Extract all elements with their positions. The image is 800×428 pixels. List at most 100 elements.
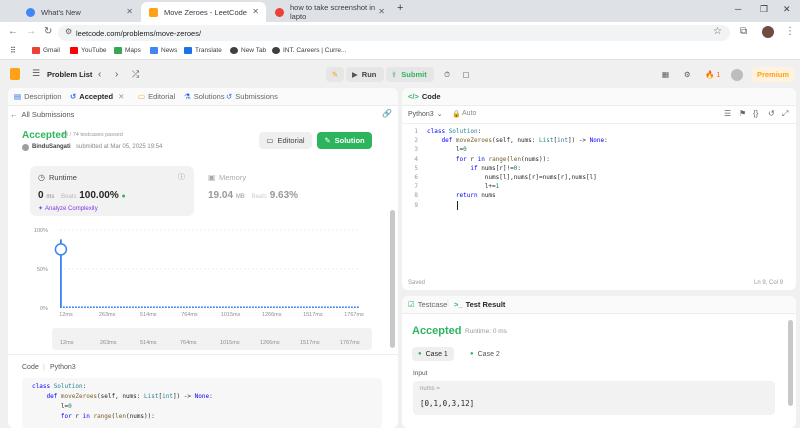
bookmark-translate[interactable]: Translate (184, 47, 222, 54)
all-submissions-link[interactable]: ← All Submissions (10, 110, 74, 119)
bookmark-star-icon[interactable]: ☆ (713, 26, 722, 37)
address-bar[interactable]: ⚙ leetcode.com/problems/move-zeroes/ ☆ (58, 25, 730, 41)
slider-tick-label: 514ms (140, 340, 157, 346)
case-1-tab[interactable]: ● Case 1 (412, 347, 454, 361)
bookmark-int-careers[interactable]: INT. Careers | Curre... (272, 47, 346, 54)
browser-tab-whats-new[interactable]: What's New ✕ (18, 2, 140, 22)
tab-accepted[interactable]: ↺ Accepted ✕ (70, 92, 124, 101)
submitter-name[interactable]: BinduSangati (32, 144, 71, 150)
code-line[interactable]: class Solution: (427, 127, 481, 136)
news-icon (150, 47, 158, 54)
range-slider[interactable]: 12ms 263ms 514ms 764ms 1015ms 1266ms 1517ms 176… (52, 328, 372, 350)
histogram-bar (210, 306, 212, 308)
browser-tab-screenshot[interactable]: how to take screenshot in lapto ✕ (267, 2, 392, 22)
play-icon: ▶ (352, 70, 358, 79)
code-line[interactable]: l+=1 (427, 182, 499, 191)
bookmark-gmail[interactable]: Gmail (32, 47, 60, 54)
tab-solutions[interactable]: ⚗ Solutions (184, 92, 225, 101)
reload-icon[interactable]: ↻ (44, 26, 52, 37)
leetcode-logo-icon[interactable] (10, 68, 20, 80)
x-tick-label: 12ms (59, 312, 73, 318)
bookmark-maps[interactable]: Maps (114, 47, 141, 54)
maximize-icon[interactable]: ❐ (760, 4, 768, 15)
bookmarks-bar: ⠿ Gmail YouTube Maps News Translate New … (0, 44, 800, 60)
auto-mode[interactable]: Auto (462, 110, 476, 117)
close-tab-icon[interactable]: ✕ (378, 7, 385, 16)
bookmark-new-tab[interactable]: New Tab (230, 47, 266, 54)
shuffle-icon[interactable]: ⤮ (132, 67, 139, 82)
bookmark-news[interactable]: News (150, 47, 177, 54)
run-button[interactable]: ▶ Run (346, 67, 384, 82)
analyze-complexity-link[interactable]: ✦ Analyze Complexity (38, 205, 98, 212)
forward-arrow-icon[interactable]: → (26, 26, 36, 37)
left-scrollbar[interactable] (390, 210, 395, 348)
format-icon[interactable]: ☰ (724, 109, 731, 118)
info-icon[interactable]: ⓘ (178, 172, 185, 182)
line-number: 9 (414, 201, 418, 209)
code-line[interactable]: if nums[r]!=0: (427, 164, 521, 173)
next-problem-icon[interactable]: › (115, 67, 118, 82)
x-tick-label: 1517ms (303, 312, 323, 318)
code-line[interactable]: for r in range(len(nums)): (427, 155, 550, 164)
code-preview-line: l=0 (32, 403, 72, 410)
tab-test-result[interactable]: >_ Test Result (454, 300, 505, 309)
site-info-icon[interactable]: ⚙ (65, 27, 72, 36)
bookmark-youtube[interactable]: YouTube (70, 47, 107, 54)
runtime-card[interactable]: ◷ Runtime ⓘ 0 ms Beats 100.00% ● ✦ Analyz… (30, 166, 194, 216)
submit-button[interactable]: ⇪ Submit (386, 67, 434, 82)
code-line[interactable]: l=0 (427, 145, 467, 154)
minimize-icon[interactable]: ─ (735, 4, 741, 14)
histogram-bar (84, 306, 86, 308)
language-select[interactable]: Python3 ⌄ (408, 110, 443, 118)
streak-counter[interactable]: 🔥 1 (705, 67, 721, 82)
problem-list-icon[interactable]: ☰ (32, 68, 40, 79)
timer-icon[interactable]: ⏱ (439, 67, 455, 82)
window-close-icon[interactable]: ✕ (783, 4, 791, 15)
user-avatar[interactable] (731, 69, 743, 81)
back-arrow-icon[interactable]: ← (8, 26, 18, 37)
extensions-icon[interactable]: ⧉ (740, 26, 747, 37)
share-link-icon[interactable]: 🔗 (382, 109, 392, 118)
case-2-tab[interactable]: ● Case 2 (464, 347, 506, 361)
notes-icon[interactable]: ▢ (458, 67, 474, 82)
tab-editorial[interactable]: ▭ Editorial (138, 92, 175, 101)
profile-avatar[interactable] (762, 26, 774, 38)
braces-icon[interactable]: {} (753, 109, 758, 118)
apps-grid-icon[interactable]: ⠿ (10, 46, 16, 55)
chrome-menu-icon[interactable]: ⋮ (785, 26, 795, 37)
settings-gear-icon[interactable]: ⚙ (684, 67, 691, 82)
code-line[interactable]: return nums (427, 191, 496, 200)
close-tab-icon[interactable]: ✕ (126, 7, 133, 16)
premium-button[interactable]: Premium (752, 67, 794, 82)
editorial-button[interactable]: ▭ Editorial (259, 132, 312, 149)
tab-testcase[interactable]: ☑ Testcase (408, 300, 447, 309)
right-scrollbar[interactable] (788, 320, 793, 406)
histogram-bar (291, 306, 293, 308)
histogram-bar (231, 306, 233, 308)
new-tab-button[interactable]: + (397, 2, 403, 14)
debug-button[interactable]: ✎ (326, 67, 344, 82)
histogram-bar (327, 306, 329, 308)
code-line[interactable]: nums[l],nums[r]=nums[r],nums[l] (427, 173, 597, 182)
prev-problem-icon[interactable]: ‹ (98, 67, 101, 82)
slider-tick-label: 764ms (180, 340, 197, 346)
browser-toolbar: ← → ↻ ⚙ leetcode.com/problems/move-zeroe… (0, 22, 800, 44)
histogram-bar (174, 306, 176, 308)
reset-icon[interactable]: ↺ (768, 109, 775, 118)
code-line[interactable]: def moveZeroes(self, nums: List[int]) ->… (427, 136, 607, 145)
solution-button[interactable]: ✎ Solution (317, 132, 372, 149)
problem-list-link[interactable]: Problem List (47, 67, 92, 82)
expand-icon[interactable]: ⤢ (782, 109, 788, 119)
histogram-bar (156, 306, 158, 308)
bookmark-icon[interactable]: ⚑ (739, 109, 746, 118)
close-tab-icon[interactable]: ✕ (252, 7, 259, 16)
tab-submissions[interactable]: ↺ Submissions (226, 92, 278, 101)
close-tab-icon[interactable]: ✕ (118, 92, 124, 101)
sparkle-icon: ✦ (38, 206, 44, 212)
upload-icon: ⇪ (391, 70, 398, 79)
browser-tab-move-zeroes[interactable]: Move Zeroes - LeetCode ✕ (141, 2, 266, 22)
code-tab[interactable]: </> Code (408, 92, 441, 101)
memory-card[interactable]: ▣ Memory 19.04 MB Beats 9.63% (200, 166, 364, 216)
layout-icon[interactable]: ▦ (662, 67, 669, 82)
tab-description[interactable]: ▤ Description (14, 92, 62, 101)
